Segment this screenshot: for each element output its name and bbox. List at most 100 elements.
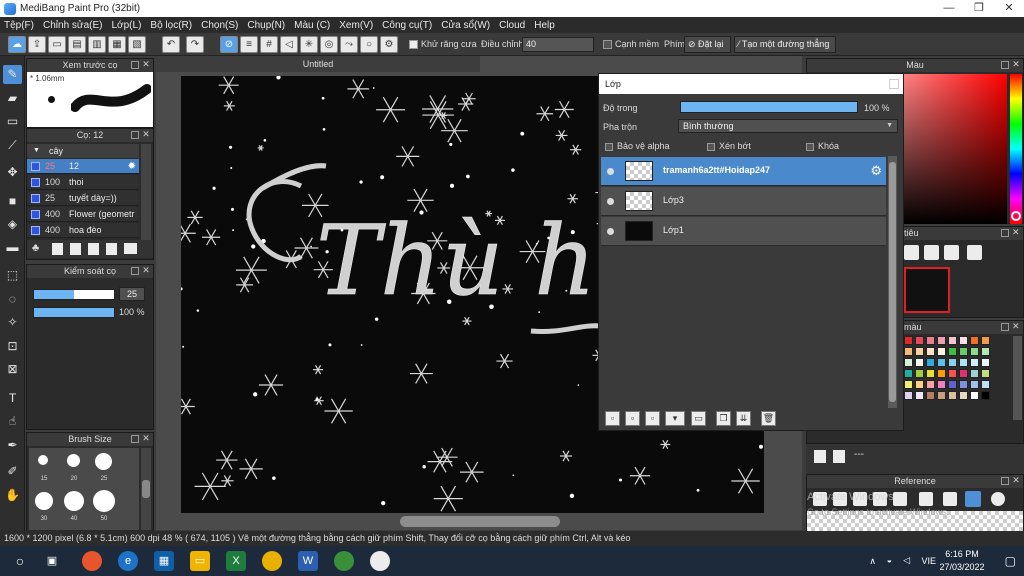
panel-close-icon[interactable]: ✕	[1012, 228, 1020, 237]
palette-swatch[interactable]	[937, 347, 946, 356]
share-icon[interactable]: ⇪	[28, 36, 46, 53]
palette-swatch[interactable]	[981, 358, 990, 367]
ellipse-snap-icon[interactable]: ○	[360, 36, 378, 53]
grid-snap-icon[interactable]: #	[260, 36, 278, 53]
eraser-tool-icon[interactable]: ▰	[3, 89, 22, 108]
menu-select[interactable]: Chọn(S)	[201, 20, 238, 31]
brush-size-option[interactable]: 40	[59, 488, 89, 526]
dotted-page-icon[interactable]: ▧	[128, 36, 146, 53]
hue-marker[interactable]	[1011, 211, 1021, 221]
reset-button[interactable]: ⊘ Đặt lại	[684, 36, 731, 53]
panel-float-icon[interactable]	[131, 267, 139, 275]
bucket-tool-icon[interactable]: ◈	[3, 215, 22, 234]
edge-icon[interactable]: e	[118, 551, 138, 571]
wifi-icon[interactable]: ◒	[887, 555, 892, 565]
brush-item-1[interactable]: 25 12 ✹	[27, 159, 139, 174]
blend-mode-select[interactable]: Bình thường ▼	[678, 119, 898, 133]
parallel-snap-icon[interactable]: ≡	[240, 36, 258, 53]
palette-swatch[interactable]	[915, 391, 924, 400]
menu-tools[interactable]: Công cụ(T)	[382, 20, 432, 31]
panel-float-icon[interactable]	[1001, 477, 1009, 485]
brush-size-option[interactable]: 50	[89, 488, 119, 526]
select-pen-tool-icon[interactable]: ⊡	[3, 337, 22, 356]
chrome-profile-icon[interactable]	[334, 551, 354, 571]
pen-tool-icon[interactable]: ✐	[3, 462, 22, 481]
chrome-icon[interactable]	[262, 551, 282, 571]
clock-time[interactable]: 6:16 PM	[940, 549, 984, 559]
palette-swatch[interactable]	[904, 380, 913, 389]
palette-swatch[interactable]	[904, 369, 913, 378]
radial-snap-icon[interactable]: ✳	[300, 36, 318, 53]
navigator-thumbnail[interactable]	[904, 267, 950, 313]
reference-fill-icon[interactable]	[919, 492, 933, 506]
palette-swatch[interactable]	[948, 380, 957, 389]
search-icon[interactable]: ○	[10, 551, 30, 571]
palette-swatch[interactable]	[915, 358, 924, 367]
fit-view-icon[interactable]	[944, 245, 959, 260]
palette-swatch[interactable]	[959, 369, 968, 378]
panel-float-icon[interactable]	[131, 131, 139, 139]
menu-edit[interactable]: Chỉnh sửa(E)	[43, 20, 103, 31]
lasso-tool-icon[interactable]: ◌	[3, 290, 22, 309]
snap-off-icon[interactable]: ⊘	[220, 36, 238, 53]
menu-view[interactable]: Xem(V)	[339, 20, 373, 31]
menu-layer[interactable]: Lớp(L)	[112, 20, 142, 31]
reference-reset-icon[interactable]	[991, 492, 1005, 506]
menu-color[interactable]: Màu (C)	[294, 20, 330, 31]
minimize-button[interactable]: —	[934, 0, 964, 17]
word-icon[interactable]: W	[298, 551, 318, 571]
delete-palette-icon[interactable]	[833, 450, 845, 463]
palette-swatch[interactable]	[970, 347, 979, 356]
palette-swatch[interactable]	[937, 336, 946, 345]
palette-swatch[interactable]	[948, 336, 957, 345]
close-button[interactable]: ✕	[994, 0, 1024, 17]
palette-swatch[interactable]	[981, 369, 990, 378]
firefox-icon[interactable]	[82, 551, 102, 571]
move-tool-icon[interactable]: ✥	[3, 163, 22, 182]
palette-swatch[interactable]	[926, 369, 935, 378]
task-view-icon[interactable]: ▣	[42, 551, 62, 571]
palette-swatch[interactable]	[959, 347, 968, 356]
circle-snap-icon[interactable]: ◎	[320, 36, 338, 53]
panel-float-icon[interactable]	[1001, 61, 1009, 69]
clipping-checkbox[interactable]: Xén bớt	[707, 141, 751, 151]
brush-size-option[interactable]: 30	[29, 488, 59, 526]
add-layer-dropdown-icon[interactable]: ▾	[665, 411, 685, 426]
palette-swatch[interactable]	[915, 347, 924, 356]
layer-window-close-icon[interactable]	[889, 79, 899, 89]
checkbox-box[interactable]	[806, 142, 814, 151]
menu-help[interactable]: Help	[534, 20, 555, 31]
panel-close-icon[interactable]: ✕	[142, 434, 150, 443]
adjust-select[interactable]: 40	[522, 37, 594, 52]
add-palette-icon[interactable]	[814, 450, 826, 463]
zoom-in-icon[interactable]	[904, 245, 919, 260]
flip-view-icon[interactable]	[967, 245, 982, 260]
layer-opacity-slider[interactable]	[680, 101, 858, 113]
brush-tool-icon[interactable]: ✎	[3, 65, 22, 84]
panel-close-icon[interactable]: ✕	[1012, 322, 1020, 331]
palette-swatch[interactable]	[959, 391, 968, 400]
palette-swatch[interactable]	[981, 391, 990, 400]
palette-swatch[interactable]	[904, 347, 913, 356]
layer-settings-gear-icon[interactable]: ⚙	[870, 163, 882, 179]
palette-scrollbar[interactable]	[1013, 336, 1022, 420]
palette-swatch[interactable]	[970, 336, 979, 345]
brush-list-scrollbar[interactable]	[141, 144, 151, 240]
palette-swatch[interactable]	[948, 358, 957, 367]
cloud-icon[interactable]: ☁	[8, 36, 26, 53]
palette-swatch[interactable]	[970, 358, 979, 367]
palette-swatch[interactable]	[926, 391, 935, 400]
palette-swatch[interactable]	[981, 336, 990, 345]
rect-tool-icon[interactable]: ▭	[3, 112, 22, 131]
layer-list-scrollbar[interactable]	[888, 156, 897, 408]
menu-capture[interactable]: Chụp(N)	[247, 20, 285, 31]
maximize-button[interactable]: ❐	[964, 0, 994, 17]
panel-close-icon[interactable]: ✕	[142, 60, 150, 69]
hue-slider[interactable]	[1010, 74, 1022, 224]
palette-swatch[interactable]	[948, 391, 957, 400]
canvas-scroll-thumb[interactable]	[400, 516, 560, 527]
brush-item-3[interactable]: 25 tuyết dày=))	[27, 191, 139, 206]
palette-swatch[interactable]	[959, 380, 968, 389]
palette-swatch[interactable]	[926, 336, 935, 345]
palette-swatch[interactable]	[970, 369, 979, 378]
